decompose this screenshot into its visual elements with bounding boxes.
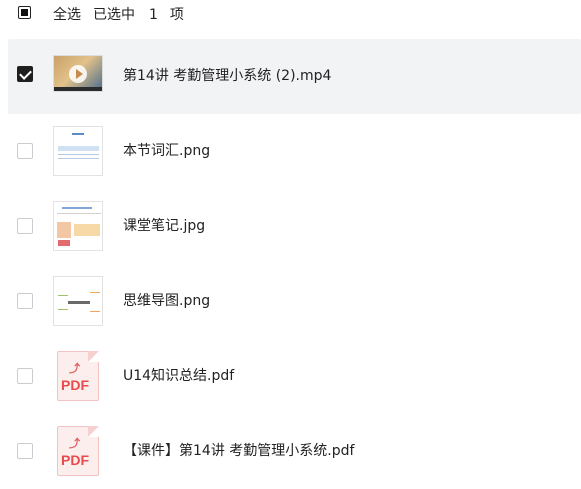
image-thumbnail <box>53 276 103 326</box>
file-row-video[interactable]: 第14讲 考勤管理小系统 (2).mp4 <box>8 39 581 114</box>
file-name: U14知识总结.pdf <box>123 368 235 384</box>
selected-unit: 项 <box>169 7 184 23</box>
selection-header: 全选 已选中 1 项 <box>0 0 581 26</box>
file-name: 【课件】第14讲 考勤管理小系统.pdf <box>123 443 355 459</box>
video-progress-bar <box>54 87 102 91</box>
file-row-courseware-pdf[interactable]: ⤴ PDF 【课件】第14讲 考勤管理小系统.pdf <box>0 414 581 489</box>
video-thumbnail <box>53 55 103 92</box>
pdf-file-icon: ⤴ PDF <box>57 426 99 476</box>
file-list: 第14讲 考勤管理小系统 (2).mp4 本节词汇.png 课堂笔记.jpg 思… <box>0 39 581 489</box>
file-checkbox[interactable] <box>17 143 33 159</box>
image-thumbnail <box>53 126 103 176</box>
file-checkbox[interactable] <box>17 368 33 384</box>
acrobat-mark-icon: ⤴ <box>69 362 80 375</box>
select-all-label[interactable]: 全选 <box>53 7 81 23</box>
select-all-checkbox[interactable] <box>18 6 31 19</box>
file-row-notes[interactable]: 课堂笔记.jpg <box>0 189 581 264</box>
image-thumbnail <box>53 201 103 251</box>
pdf-badge: PDF <box>61 452 89 468</box>
selected-prefix: 已选中 <box>93 7 135 23</box>
file-checkbox[interactable] <box>17 218 33 234</box>
file-name: 课堂笔记.jpg <box>123 218 206 234</box>
pdf-badge: PDF <box>61 377 89 393</box>
selection-summary: 全选 已选中 1 项 <box>53 4 196 24</box>
file-name: 第14讲 考勤管理小系统 (2).mp4 <box>123 68 332 84</box>
selected-count: 1 <box>149 7 158 23</box>
file-checkbox[interactable] <box>17 443 33 459</box>
file-name: 本节词汇.png <box>123 143 211 159</box>
file-checkbox[interactable] <box>17 66 33 82</box>
file-row-summary-pdf[interactable]: ⤴ PDF U14知识总结.pdf <box>0 339 581 414</box>
acrobat-mark-icon: ⤴ <box>69 437 80 450</box>
file-name: 思维导图.png <box>123 293 211 309</box>
file-row-mindmap[interactable]: 思维导图.png <box>0 264 581 339</box>
play-icon <box>69 65 87 83</box>
file-row-vocab[interactable]: 本节词汇.png <box>0 114 581 189</box>
pdf-file-icon: ⤴ PDF <box>57 351 99 401</box>
file-checkbox[interactable] <box>17 293 33 309</box>
